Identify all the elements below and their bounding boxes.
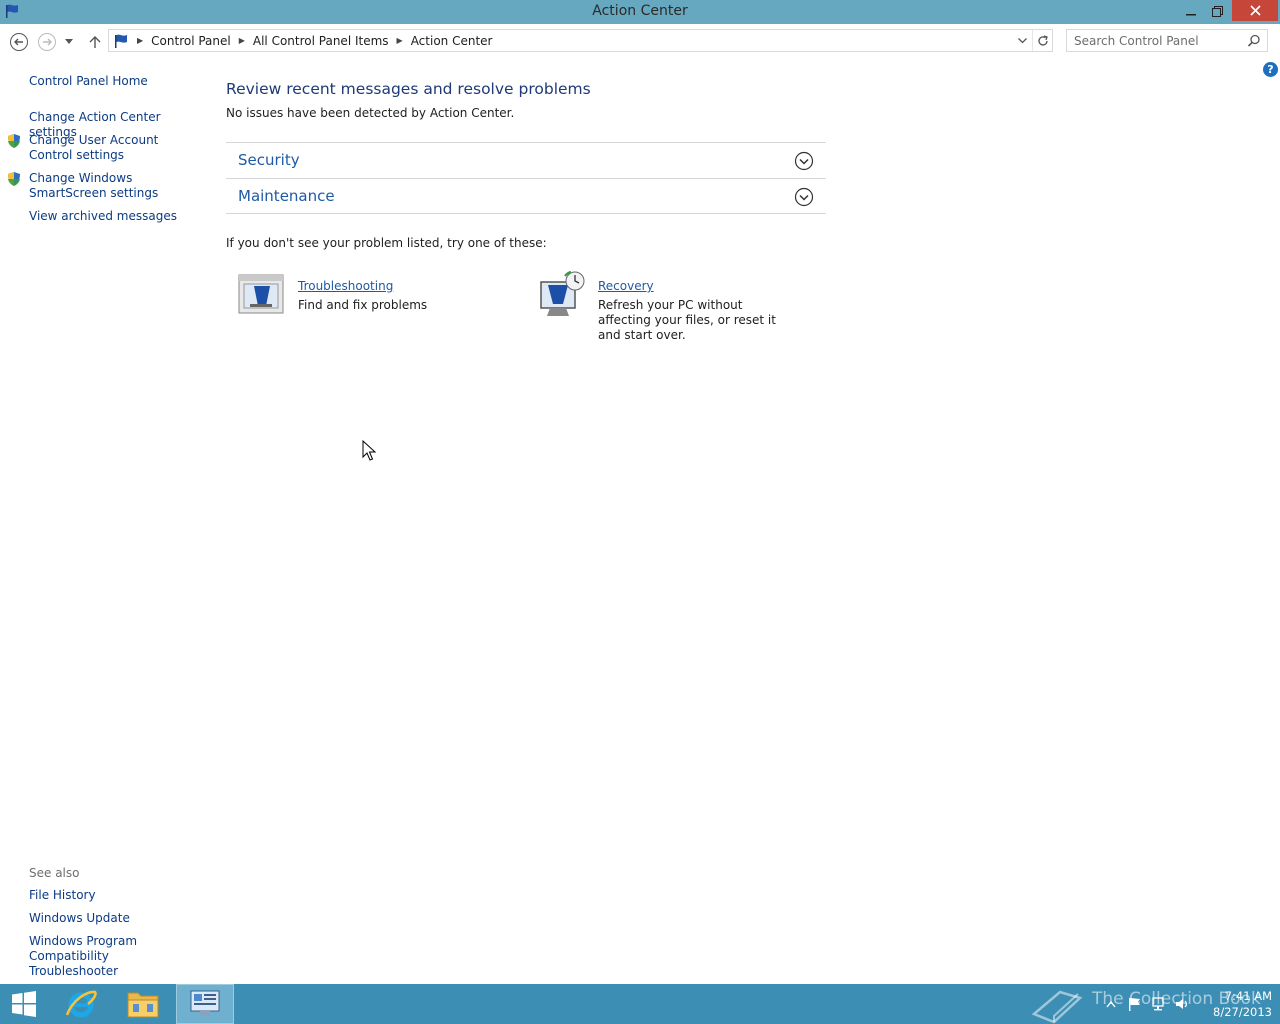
taskbar-clock[interactable]: 7:41 AM 8/27/2013 <box>1200 988 1272 1020</box>
page-title: Review recent messages and resolve probl… <box>226 80 591 98</box>
troubleshooting-link[interactable]: Troubleshooting <box>298 279 393 293</box>
see-also-heading: See also <box>29 866 80 880</box>
clock-date: 8/27/2013 <box>1213 1005 1272 1019</box>
breadcrumb-action-center[interactable]: Action Center <box>411 34 493 48</box>
maintenance-section[interactable]: Maintenance <box>226 178 826 214</box>
breadcrumb-separator-icon[interactable]: ▶ <box>239 36 245 45</box>
suggestions-hint: If you don't see your problem listed, tr… <box>226 236 547 250</box>
internet-explorer-taskbar-icon[interactable] <box>56 984 106 1024</box>
recovery-description: Refresh your PC without affecting your f… <box>598 298 776 342</box>
system-tray <box>1105 996 1189 1015</box>
breadcrumb: ▶ Control Panel ▶ All Control Panel Item… <box>113 30 492 51</box>
refresh-button[interactable] <box>1032 30 1053 51</box>
breadcrumb-all-items[interactable]: All Control Panel Items <box>253 34 389 48</box>
security-section[interactable]: Security <box>226 142 826 178</box>
expand-chevron-icon[interactable] <box>794 187 814 207</box>
change-smartscreen-settings-link[interactable]: Change Windows SmartScreen settings <box>29 171 204 201</box>
compatibility-troubleshooter-link[interactable]: Windows Program Compatibility Troublesho… <box>29 934 194 979</box>
file-history-link[interactable]: File History <box>29 888 204 903</box>
breadcrumb-control-panel[interactable]: Control Panel <box>151 34 231 48</box>
show-hidden-icons-icon[interactable] <box>1105 996 1117 1015</box>
start-button[interactable] <box>8 984 40 1024</box>
troubleshooting-description: Find and fix problems <box>298 298 428 312</box>
troubleshooting-item[interactable]: Troubleshooting Find and fix problems <box>238 274 518 324</box>
breadcrumb-separator-icon[interactable]: ▶ <box>397 36 403 45</box>
file-explorer-taskbar-icon[interactable] <box>118 984 168 1024</box>
clock-time: 7:41 AM <box>1224 989 1272 1003</box>
title-bar: Action Center <box>0 0 1280 24</box>
search-icon[interactable] <box>1247 33 1261 52</box>
network-icon[interactable] <box>1151 996 1165 1015</box>
recovery-link[interactable]: Recovery <box>598 279 654 293</box>
address-flag-icon <box>113 33 129 49</box>
maintenance-section-label[interactable]: Maintenance <box>238 187 335 205</box>
restore-button[interactable] <box>1204 0 1230 22</box>
forward-button[interactable] <box>37 32 57 52</box>
navigation-bar: ▶ Control Panel ▶ All Control Panel Item… <box>0 24 1280 58</box>
breadcrumb-separator-icon[interactable]: ▶ <box>137 36 143 45</box>
up-button[interactable] <box>85 32 105 52</box>
address-bar[interactable]: ▶ Control Panel ▶ All Control Panel Item… <box>108 29 1053 52</box>
close-button[interactable] <box>1232 0 1278 21</box>
status-message: No issues have been detected by Action C… <box>226 106 515 120</box>
address-dropdown-button[interactable] <box>1012 30 1032 51</box>
expand-chevron-icon[interactable] <box>794 151 814 171</box>
recovery-item[interactable]: Recovery Refresh your PC without affecti… <box>538 270 838 342</box>
minimize-button[interactable] <box>1178 0 1204 22</box>
change-uac-settings-link[interactable]: Change User Account Control settings <box>29 133 204 163</box>
control-panel-home-link[interactable]: Control Panel Home <box>29 74 204 89</box>
search-box[interactable] <box>1066 29 1268 52</box>
view-archived-messages-link[interactable]: View archived messages <box>29 209 204 224</box>
security-section-label[interactable]: Security <box>238 151 300 169</box>
search-input[interactable] <box>1067 30 1243 51</box>
action-center-tray-flag-icon[interactable] <box>1127 996 1141 1015</box>
recent-locations-dropdown[interactable] <box>62 32 76 52</box>
troubleshooting-icon[interactable] <box>238 274 284 318</box>
control-panel-taskbar-icon[interactable] <box>176 984 234 1024</box>
uac-shield-icon <box>6 133 22 149</box>
volume-icon[interactable] <box>1175 996 1189 1015</box>
windows-update-link[interactable]: Windows Update <box>29 911 204 926</box>
book-logo-icon <box>1030 984 1086 1024</box>
help-icon[interactable]: ? <box>1263 62 1278 77</box>
mouse-cursor-icon <box>362 439 377 466</box>
taskbar: The Collection Book 7:41 AM 8/27/2013 <box>0 984 1280 1024</box>
back-button[interactable] <box>9 32 29 52</box>
recovery-icon[interactable] <box>538 270 588 324</box>
window-title: Action Center <box>592 3 688 19</box>
uac-shield-icon <box>6 171 22 187</box>
